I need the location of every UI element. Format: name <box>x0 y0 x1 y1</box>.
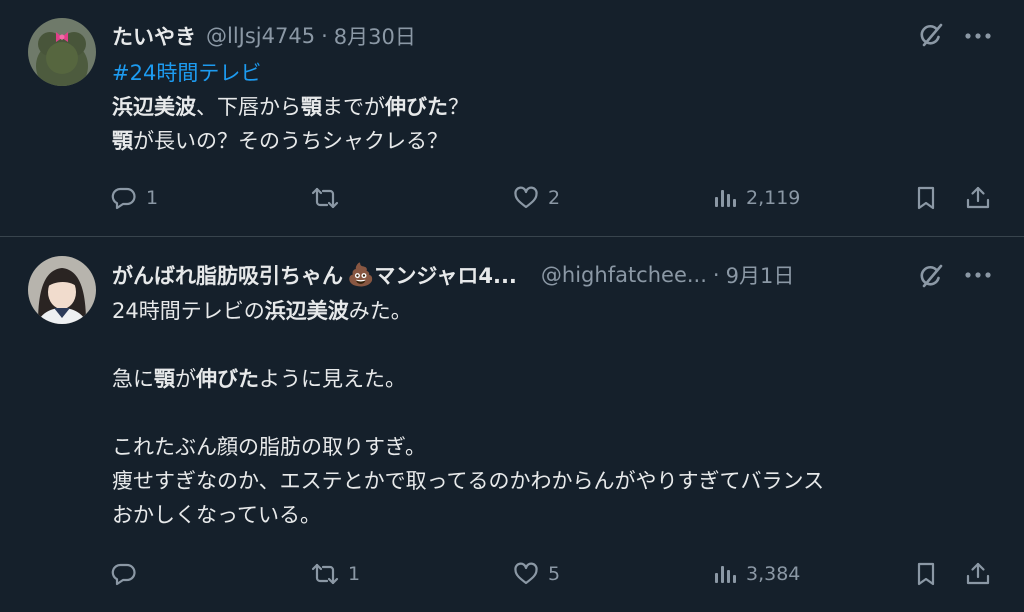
tweet-line: これたぶん顔の脂肪の取りすぎ。 <box>112 435 426 459</box>
tweet-date[interactable]: 9月1日 <box>726 260 795 290</box>
views-icon <box>712 184 738 212</box>
display-name-text: がんばれ脂肪吸引ちゃん <box>112 264 343 288</box>
text: 、下唇から <box>196 95 301 119</box>
text-bold: 顎 <box>301 95 322 119</box>
share-icon <box>964 184 992 212</box>
views-count: 3,384 <box>746 563 801 585</box>
poop-emoji-icon: 💩 <box>347 262 375 288</box>
tweet-line: 24時間テレビの浜辺美波みた。 <box>112 294 824 328</box>
text: 急に <box>112 367 154 391</box>
text-bold: 顎 <box>112 129 133 153</box>
tweet-text: 24時間テレビの浜辺美波みた。 急に顎が伸びたように見えた。 これたぶん顔の脂肪… <box>112 294 824 532</box>
retweet-count: 1 <box>348 563 361 585</box>
tweet-line: 急に顎が伸びたように見えた。 <box>112 362 824 396</box>
bookmark-icon <box>912 560 940 588</box>
views-count: 2,119 <box>746 187 801 209</box>
bookmark-icon <box>912 184 940 212</box>
bookmark-button[interactable] <box>912 556 940 592</box>
text-bold: 伸びた <box>385 95 448 119</box>
views-button[interactable]: 3,384 <box>712 556 800 592</box>
tweet[interactable]: たいやき @llJsj4745 · 8月30日 #24時間テレビ 浜辺美波、下唇… <box>0 0 1024 237</box>
action-bar: 1 2 2,119 <box>0 180 1024 216</box>
bookmark-button[interactable] <box>912 180 940 216</box>
user-handle[interactable]: @highfatchee... <box>541 263 707 287</box>
tweet-header: がんばれ脂肪吸引ちゃん 💩 マンジャロ4... @highfatchee... … <box>112 257 794 293</box>
tweet-text: #24時間テレビ 浜辺美波、下唇から顎までが伸びた？ 顎が長いの？そのうちシャク… <box>112 56 469 158</box>
display-name[interactable]: たいやき <box>112 21 196 51</box>
text-bold: 顎 <box>154 367 175 391</box>
text: が <box>175 367 196 391</box>
tweet-date[interactable]: 8月30日 <box>334 21 416 51</box>
avatar[interactable] <box>28 256 96 324</box>
tweet[interactable]: がんばれ脂肪吸引ちゃん 💩 マンジャロ4... @highfatchee... … <box>0 237 1024 612</box>
share-icon <box>964 560 992 588</box>
share-button[interactable] <box>964 556 992 592</box>
text-bold: 伸びた <box>196 367 259 391</box>
retweet-button[interactable]: 1 <box>310 556 360 592</box>
like-count: 5 <box>548 563 561 585</box>
tweet-line: おかしくなっている。 <box>112 503 321 527</box>
hashtag-link[interactable]: #24時間テレビ <box>112 56 469 90</box>
share-button[interactable] <box>964 180 992 216</box>
grok-icon[interactable] <box>914 259 948 293</box>
like-button[interactable]: 2 <box>512 180 560 216</box>
retweet-icon <box>310 184 340 212</box>
user-handle[interactable]: @llJsj4745 <box>206 24 315 48</box>
text: 24時間テレビの <box>112 299 265 323</box>
text: までが <box>322 95 385 119</box>
tweet-line: 浜辺美波、下唇から顎までが伸びた？ <box>112 90 469 124</box>
text: ？ <box>448 95 469 119</box>
like-icon <box>512 184 540 212</box>
separator-dot: · <box>712 263 720 287</box>
like-count: 2 <box>548 187 561 209</box>
text: みた。 <box>348 299 412 323</box>
text: ように見えた。 <box>259 367 406 391</box>
retweet-button[interactable] <box>310 180 348 216</box>
views-icon <box>712 560 738 588</box>
tweet-line: 顎が長いの？そのうちシャクレる？ <box>112 124 469 158</box>
text-bold: 浜辺美波 <box>264 299 349 323</box>
more-icon[interactable] <box>962 26 994 46</box>
reply-button[interactable] <box>110 556 146 592</box>
reply-icon <box>110 184 138 212</box>
text: が長いの？そのうちシャクレる？ <box>133 129 448 153</box>
tweet-line: 痩せすぎなのか、エステとかで取ってるのかわからんがやりすぎてバランス <box>112 469 825 493</box>
grok-icon[interactable] <box>914 18 948 52</box>
like-button[interactable]: 5 <box>512 556 560 592</box>
like-icon <box>512 560 540 588</box>
display-name-suffix: マンジャロ4... <box>374 264 517 288</box>
more-icon[interactable] <box>962 265 994 285</box>
reply-button[interactable]: 1 <box>110 180 158 216</box>
tweet-header: たいやき @llJsj4745 · 8月30日 <box>112 18 416 54</box>
separator-dot: · <box>321 24 328 48</box>
views-button[interactable]: 2,119 <box>712 180 800 216</box>
text-bold: 浜辺美波 <box>112 95 196 119</box>
retweet-icon <box>310 560 340 588</box>
reply-count: 1 <box>146 187 159 209</box>
action-bar: 1 5 3,384 <box>0 556 1024 592</box>
avatar[interactable] <box>28 18 96 86</box>
reply-icon <box>110 560 138 588</box>
display-name[interactable]: がんばれ脂肪吸引ちゃん 💩 マンジャロ4... <box>112 260 517 290</box>
